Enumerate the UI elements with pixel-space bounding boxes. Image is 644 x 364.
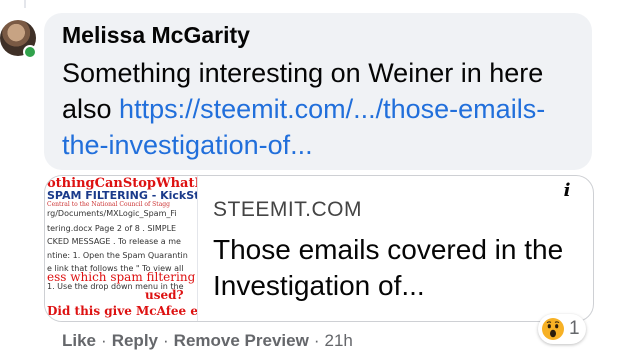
link-preview-card[interactable]: othingCanStopWhatIsC SPAM FILTERING - Ki… bbox=[44, 175, 594, 322]
reaction-count: 1 bbox=[569, 318, 580, 339]
online-status-dot bbox=[23, 45, 37, 59]
thumbnail-text-line: ntine: 1. Open the Spam Quarantin bbox=[47, 251, 188, 260]
reply-button[interactable]: Reply bbox=[112, 331, 158, 350]
action-separator: · bbox=[313, 331, 320, 350]
remove-preview-button[interactable]: Remove Preview bbox=[174, 331, 309, 350]
comment-author[interactable]: Melissa McGarity bbox=[62, 22, 250, 49]
thumbnail-text-line: tering.docx Page 2 of 8 . SIMPLE bbox=[47, 224, 177, 233]
thumbnail-text-line: Central to the National Council of Stagg bbox=[47, 201, 170, 208]
comment-text: Something interesting on Weiner in here … bbox=[62, 55, 582, 163]
thumbnail-text-line: Did this give McAfee em bbox=[47, 304, 198, 318]
preview-thumbnail[interactable]: othingCanStopWhatIsC SPAM FILTERING - Ki… bbox=[45, 176, 198, 321]
comment-actions: Like · Reply · Remove Preview · 21h bbox=[62, 331, 353, 351]
reactions-summary[interactable]: 1 bbox=[538, 314, 586, 344]
thumbnail-text-line: CKED MESSAGE . To release a me bbox=[47, 237, 181, 246]
preview-title[interactable]: Those emails covered in the Investigatio… bbox=[213, 232, 573, 304]
comment-timestamp[interactable]: 21h bbox=[324, 331, 352, 350]
action-separator: · bbox=[101, 331, 107, 350]
info-icon[interactable]: i bbox=[553, 176, 581, 204]
thread-line bbox=[24, 0, 32, 8]
thumbnail-text-line: rg/Documents/MXLogic_Spam_Fi bbox=[47, 209, 177, 218]
action-separator: · bbox=[163, 331, 169, 350]
like-button[interactable]: Like bbox=[62, 331, 96, 350]
preview-domain: STEEMIT.COM bbox=[213, 198, 363, 221]
thumbnail-text-line: used? bbox=[145, 288, 184, 302]
comment-link[interactable]: https://steemit.com/.../those-emails-the… bbox=[62, 94, 545, 160]
wow-reaction-icon bbox=[542, 318, 564, 340]
